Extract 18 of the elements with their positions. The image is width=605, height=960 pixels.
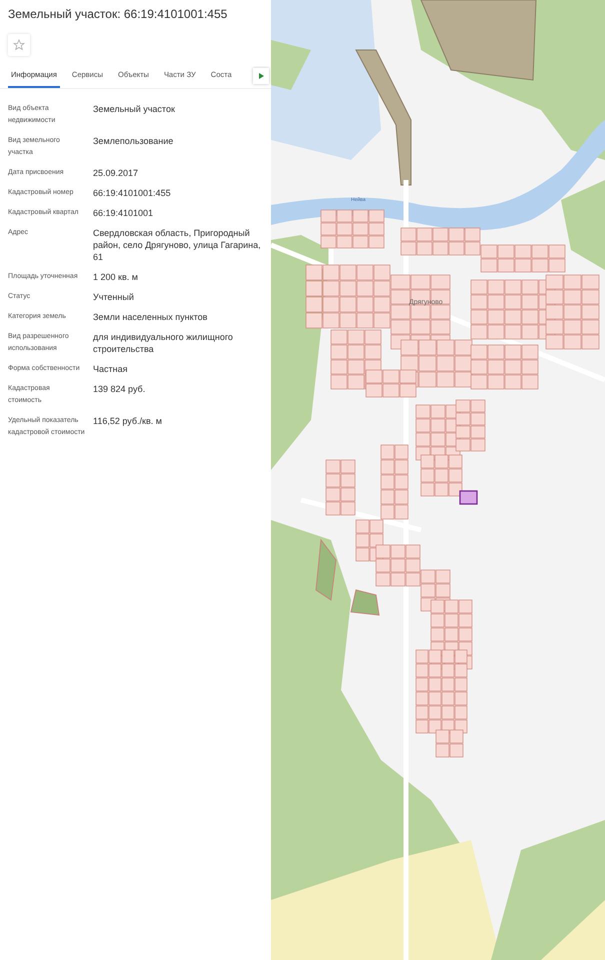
field-value: Частная bbox=[93, 363, 128, 375]
field-value: Земли населенных пунктов bbox=[93, 311, 208, 323]
field-value: 66:19:4101001:455 bbox=[93, 187, 172, 199]
field-value: Земельный участок bbox=[93, 103, 176, 116]
field-value: Учтенный bbox=[93, 291, 135, 303]
field-value: 25.09.2017 bbox=[93, 167, 140, 179]
scroll-right-button[interactable] bbox=[253, 68, 269, 84]
favorite-button[interactable] bbox=[8, 34, 30, 56]
field-value: Свердловская область, Пригородный район, село Дрягуново, улица Гагарина, 61 bbox=[93, 227, 262, 263]
caret-icon bbox=[258, 73, 264, 79]
field-value: 1 200 кв. м bbox=[93, 271, 139, 283]
field-value: 116,52 руб./кв. м bbox=[93, 415, 163, 428]
field-value: 139 824 руб. bbox=[93, 383, 146, 396]
panel-title: Земельный участок: 66:19:4101001:455 bbox=[7, 7, 228, 21]
field-value: 66:19:4101001 bbox=[93, 207, 154, 219]
field-value: для индивидуального жилищного строительства bbox=[93, 331, 234, 355]
field-value: Землепользование bbox=[93, 135, 174, 148]
star-icon bbox=[13, 39, 25, 51]
